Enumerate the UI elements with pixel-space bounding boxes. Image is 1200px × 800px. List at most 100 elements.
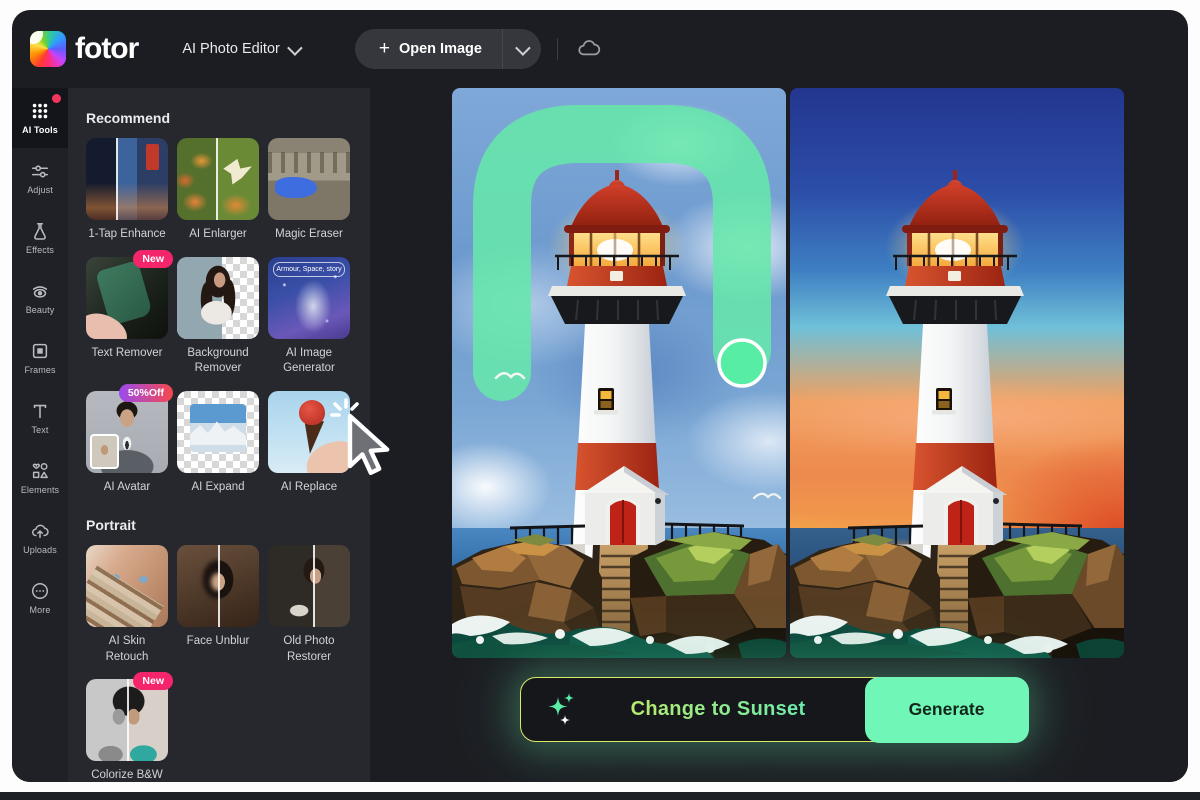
sliders-icon	[30, 161, 50, 181]
app-window: fotor AI Photo Editor + Open Image	[12, 10, 1188, 782]
tool-ai-enlarger[interactable]: AI Enlarger	[177, 138, 259, 243]
tool-magic-eraser[interactable]: Magic Eraser	[268, 138, 350, 243]
brush-cursor[interactable]	[719, 340, 765, 386]
tool-label: AI Enlarger	[189, 227, 247, 243]
tool-thumb[interactable]	[268, 391, 350, 473]
tool-ai-expand[interactable]: AI Expand	[177, 391, 259, 496]
open-image-label: Open Image	[399, 41, 482, 57]
sidebar-item-effects[interactable]: Effects	[12, 208, 68, 268]
cloud-sync-icon[interactable]	[576, 36, 602, 62]
tool-thumb[interactable]	[268, 138, 350, 220]
open-image-main[interactable]: + Open Image	[355, 38, 502, 60]
thumb-art	[302, 437, 350, 473]
sidebar-item-label: Elements	[21, 486, 59, 495]
header-divider	[557, 38, 558, 60]
dots-circle-icon	[30, 581, 50, 601]
tool-face-unblur[interactable]: Face Unblur	[177, 545, 259, 665]
prompt-input[interactable]: Change to Sunset	[579, 698, 857, 721]
open-image-dropdown[interactable]	[502, 29, 541, 69]
tool-old-photo-restorer[interactable]: Old Photo Restorer	[268, 545, 350, 665]
tool-thumb[interactable]	[86, 257, 168, 339]
offer-badge: 50%Off	[119, 384, 173, 402]
sidebar-item-uploads[interactable]: Uploads	[12, 508, 68, 568]
tool-label: AI Expand	[191, 480, 244, 496]
thumb-art	[177, 257, 259, 339]
generate-button[interactable]: Generate	[865, 677, 1029, 743]
tool-thumb[interactable]	[177, 545, 259, 627]
sidebar-item-label: Beauty	[26, 306, 55, 315]
tool-label: 1-Tap Enhance	[88, 227, 165, 243]
sidebar-item-label: More	[30, 606, 51, 615]
tool-thumb[interactable]	[86, 391, 168, 473]
tool-ai-avatar[interactable]: 50%Off AI Avatar	[86, 391, 168, 496]
brush-stroke	[502, 134, 742, 372]
chevron-down-icon	[516, 40, 532, 56]
tool-thumb[interactable]	[86, 138, 168, 220]
editor-mode-dropdown[interactable]: AI Photo Editor	[182, 41, 299, 57]
tool-thumb[interactable]	[177, 138, 259, 220]
tool-thumb[interactable]	[86, 545, 168, 627]
sidebar-item-label: Effects	[26, 246, 54, 255]
fotor-logo[interactable]: fotor	[30, 31, 138, 67]
tool-thumb[interactable]	[177, 257, 259, 339]
notification-dot	[52, 94, 61, 103]
sparkles-icon	[545, 691, 579, 729]
after-image[interactable]	[790, 88, 1124, 658]
tool-ai-image-generator[interactable]: Armour, Space, story AI Image Generator	[268, 257, 350, 377]
grid-dots-icon	[30, 101, 50, 121]
tool-label: Face Unblur	[187, 634, 250, 650]
new-badge: New	[133, 250, 173, 268]
tool-label: Background Remover	[177, 346, 259, 377]
brush-stroke-overlay	[452, 88, 786, 658]
generate-label: Generate	[909, 699, 985, 720]
editor-mode-label: AI Photo Editor	[182, 41, 280, 57]
flask-icon	[30, 221, 50, 241]
fotor-logo-icon	[30, 31, 66, 67]
tool-ai-skin-retouch[interactable]: AI Skin Retouch	[86, 545, 168, 665]
tool-thumb[interactable]	[268, 545, 350, 627]
chevron-down-icon	[287, 40, 303, 56]
sidebar: AI Tools Adjust Effects Beauty Fram	[12, 88, 68, 782]
tool-background-remover[interactable]: Background Remover	[177, 257, 259, 377]
new-badge: New	[133, 672, 173, 690]
sidebar-item-ai-tools[interactable]: AI Tools	[12, 88, 68, 148]
tool-thumb[interactable]	[86, 679, 168, 761]
prompt-chip: Armour, Space, story	[273, 262, 345, 277]
sidebar-item-text[interactable]: Text	[12, 388, 68, 448]
tool-thumb[interactable]	[177, 391, 259, 473]
tool-thumb[interactable]: Armour, Space, story	[268, 257, 350, 339]
thumb-art	[216, 138, 218, 220]
tool-text-remover[interactable]: New Text Remover	[86, 257, 168, 377]
fotor-logo-text: fotor	[75, 32, 138, 66]
tool-label: Old Photo Restorer	[268, 634, 350, 665]
prompt-bar[interactable]: Change to Sunset Generate	[520, 677, 1028, 742]
cloud-upload-icon	[30, 521, 50, 541]
shapes-icon	[30, 461, 50, 481]
sidebar-item-label: AI Tools	[22, 126, 58, 135]
tool-label: AI Avatar	[104, 480, 150, 496]
open-image-button[interactable]: + Open Image	[355, 29, 541, 69]
sidebar-item-label: Adjust	[27, 186, 53, 195]
portrait-grid: AI Skin Retouch Face Unblur Old Photo Re…	[86, 545, 370, 782]
thumb-art	[190, 404, 246, 452]
sidebar-item-beauty[interactable]: Beauty	[12, 268, 68, 328]
letter-t-icon	[30, 401, 50, 421]
thumb-art	[127, 679, 129, 761]
thumb-art	[116, 138, 118, 220]
tools-panel: Recommend 1-Tap Enhance AI Enlarger Magi…	[68, 88, 370, 782]
sidebar-item-label: Text	[32, 426, 49, 435]
eye-icon	[30, 281, 50, 301]
sidebar-item-frames[interactable]: Frames	[12, 328, 68, 388]
sidebar-item-adjust[interactable]: Adjust	[12, 148, 68, 208]
tool-ai-replace[interactable]: AI Replace	[268, 391, 350, 496]
before-image[interactable]	[452, 88, 786, 658]
tool-1-tap-enhance[interactable]: 1-Tap Enhance	[86, 138, 168, 243]
sidebar-item-more[interactable]: More	[12, 568, 68, 628]
tool-colorize-bw[interactable]: New Colorize B&W	[86, 679, 168, 782]
tool-label: Colorize B&W	[91, 768, 163, 782]
tool-label: AI Skin Retouch	[86, 634, 168, 665]
sidebar-item-elements[interactable]: Elements	[12, 448, 68, 508]
seagull-icon	[754, 494, 780, 498]
section-title-portrait: Portrait	[86, 517, 370, 533]
thumb-art	[218, 545, 220, 627]
